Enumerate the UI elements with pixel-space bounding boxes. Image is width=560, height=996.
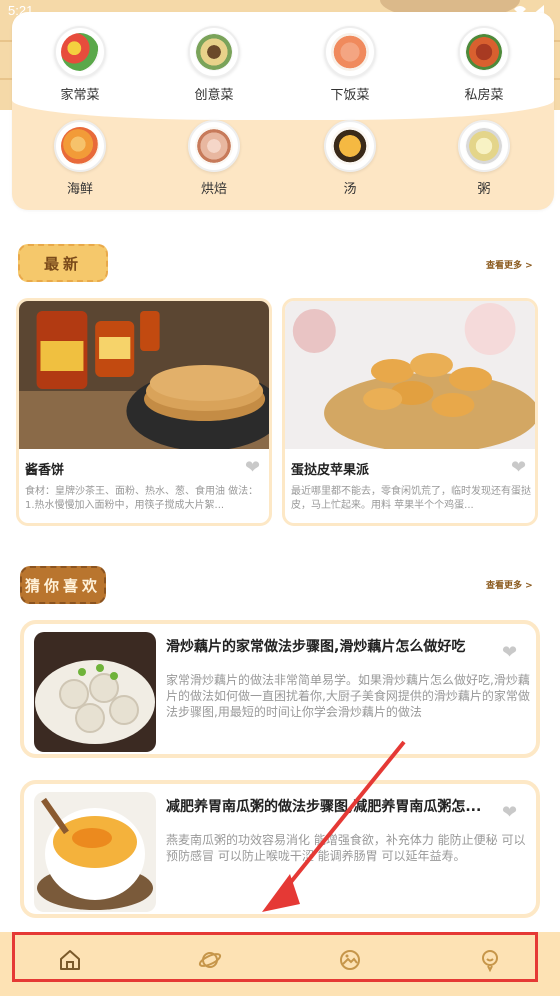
rice-dish-icon: [331, 33, 369, 71]
latest-card-image: [19, 301, 269, 451]
guess-card-desc: 家常滑炒藕片的做法非常简单易学。如果滑炒藕片怎么做好吃,滑炒藕片的做法如何做一直…: [166, 673, 530, 719]
category-item-soup[interactable]: 汤: [310, 120, 390, 197]
category-item-rice-dish[interactable]: 下饭菜: [310, 26, 390, 103]
heart-icon[interactable]: ❤: [511, 457, 526, 478]
soup-icon: [331, 127, 369, 165]
porridge-icon: [465, 127, 503, 165]
guess-section-badge: 猜你喜欢: [20, 566, 106, 604]
category-item-porridge[interactable]: 粥: [444, 120, 524, 197]
category-item-creative-dish[interactable]: 创意菜: [174, 26, 254, 103]
category-item-home-dish[interactable]: 家常菜: [40, 26, 120, 103]
heart-icon[interactable]: ❤: [245, 457, 260, 478]
category-label: 烘焙: [200, 182, 227, 197]
guess-card[interactable]: 减肥养胃南瓜粥的做法步骤图,减肥养胃南瓜粥怎... ❤ 燕麦南瓜粥的功效容易消化…: [20, 780, 540, 918]
latest-card-title: 酱香饼: [25, 463, 65, 478]
category-item-baking[interactable]: 烘焙: [174, 120, 254, 197]
category-label: 私房菜: [464, 88, 504, 103]
latest-card[interactable]: 酱香饼 ❤ 食材：皇牌沙茶王、面粉、热水、葱、食用油 做法：1.热水慢慢加入面粉…: [16, 298, 272, 526]
heart-icon[interactable]: ❤: [502, 642, 517, 663]
private-dish-icon: [465, 33, 503, 71]
guess-card-desc: 燕麦南瓜粥的功效容易消化 能增强食欲，补充体力 能防止便秘 可以预防感冒 可以防…: [166, 833, 526, 863]
latest-card-desc: 食材：皇牌沙茶王、面粉、热水、葱、食用油 做法：1.热水慢慢加入面粉中，用筷子搅…: [25, 486, 259, 511]
latest-card-title: 蛋挞皮苹果派: [291, 463, 370, 478]
guess-card-title: 减肥养胃南瓜粥的做法步骤图,减肥养胃南瓜粥怎...: [166, 799, 482, 815]
category-label: 粥: [477, 182, 491, 197]
latest-see-more-link[interactable]: 查看更多 >: [486, 258, 533, 271]
category-card: 家常菜 创意菜 下饭菜 私房菜 海鲜 烘焙 汤 粥: [12, 12, 554, 210]
guess-card-image: [34, 792, 156, 912]
guess-card[interactable]: 滑炒藕片的家常做法步骤图,滑炒藕片怎么做好吃 ❤ 家常滑炒藕片的做法非常简单易学…: [20, 620, 540, 758]
latest-section-badge: 最新: [18, 244, 108, 282]
creative-dish-icon: [195, 33, 233, 71]
guess-card-image: [34, 632, 156, 752]
category-label: 下饭菜: [330, 88, 370, 103]
latest-card[interactable]: 蛋挞皮苹果派 ❤ 最近哪里都不能去，零食闲饥荒了，临时发现还有蛋挞皮，马上忙起来…: [282, 298, 538, 526]
heart-icon[interactable]: ❤: [502, 802, 517, 823]
latest-card-image: [285, 301, 535, 453]
category-label: 海鲜: [66, 182, 93, 197]
seafood-icon: [61, 127, 99, 165]
home-dish-icon: [61, 33, 99, 71]
annotation-highlight-box: [12, 932, 538, 982]
category-item-seafood[interactable]: 海鲜: [40, 120, 120, 197]
guess-see-more-link[interactable]: 查看更多 >: [486, 578, 533, 591]
latest-card-desc: 最近哪里都不能去，零食闲饥荒了，临时发现还有蛋挞皮，马上忙起来。用料 苹果半个个…: [291, 486, 531, 511]
category-item-private-dish[interactable]: 私房菜: [444, 26, 524, 103]
baking-icon: [195, 127, 233, 165]
category-label: 汤: [343, 182, 357, 197]
category-label: 创意菜: [194, 88, 234, 103]
guess-card-title: 滑炒藕片的家常做法步骤图,滑炒藕片怎么做好吃: [166, 639, 466, 655]
category-label: 家常菜: [60, 88, 100, 103]
